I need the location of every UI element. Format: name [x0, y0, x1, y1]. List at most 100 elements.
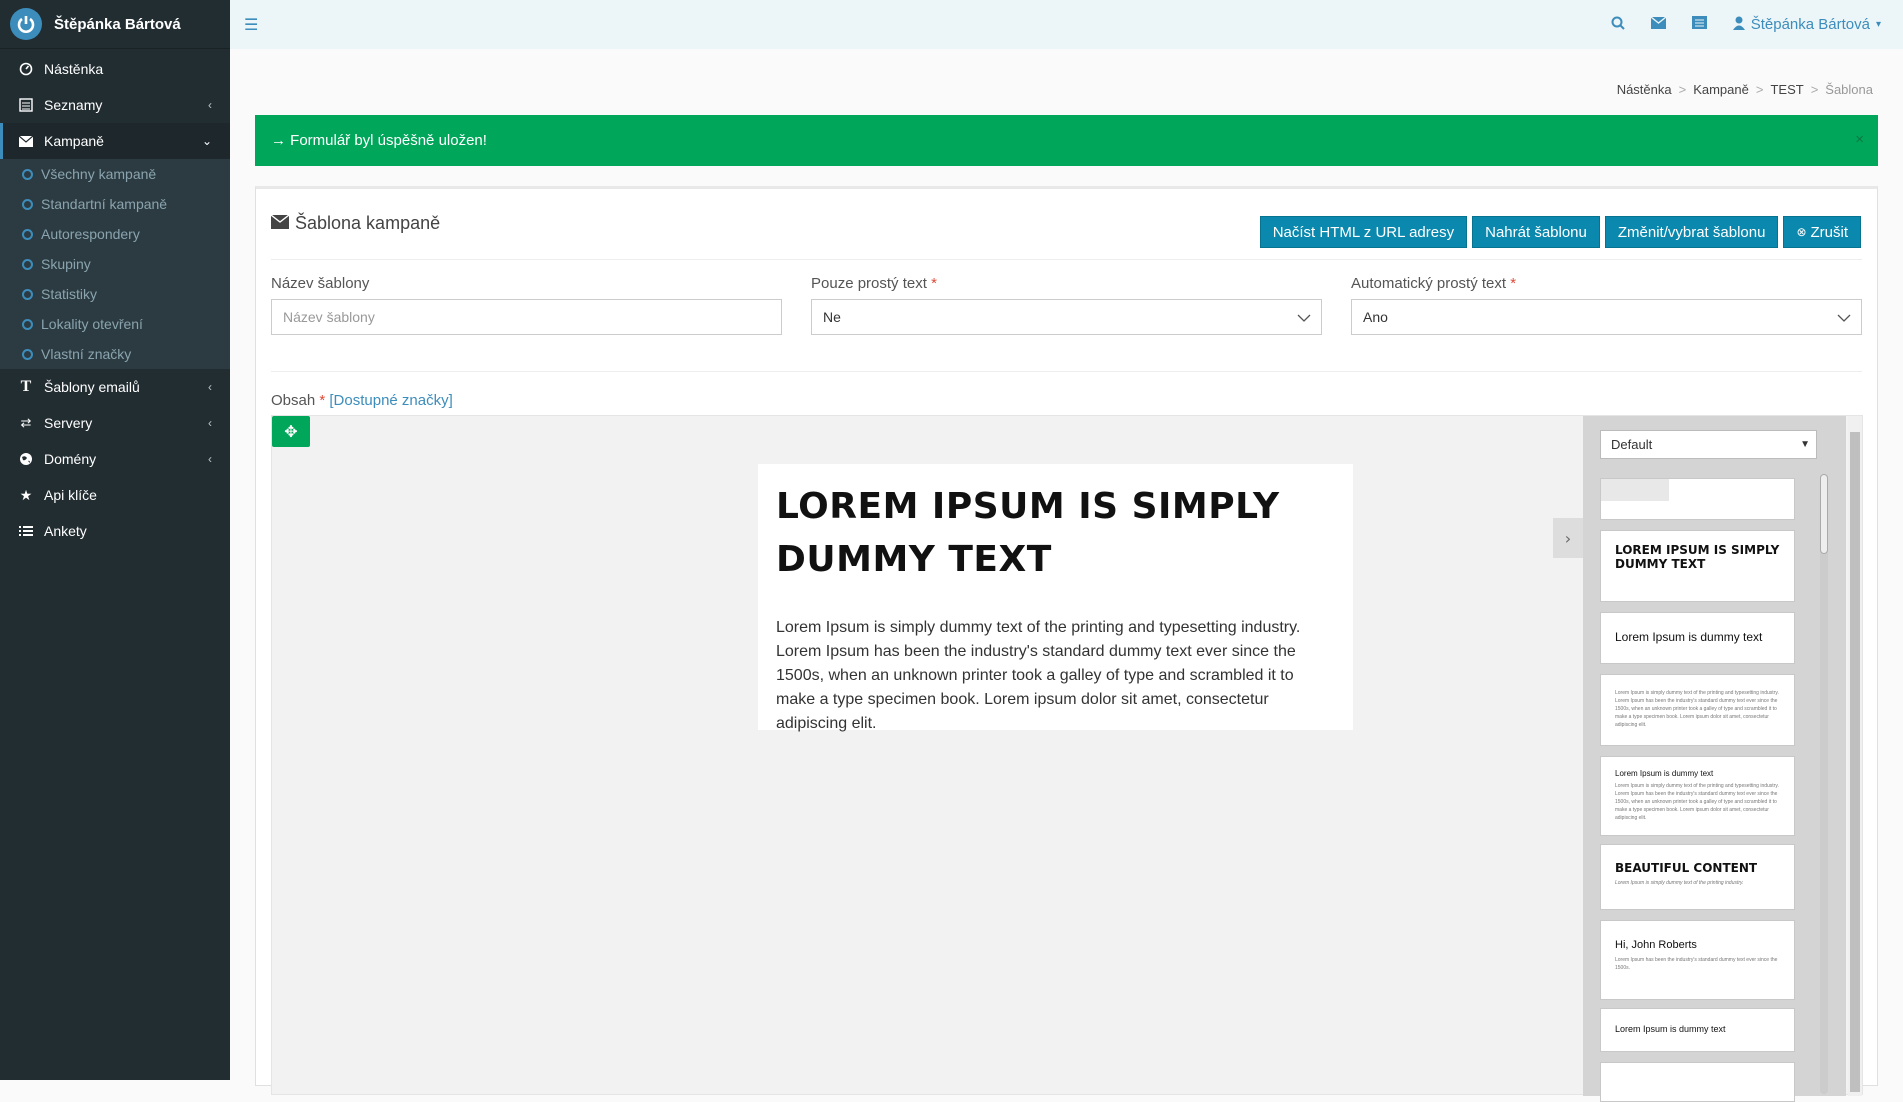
chevron-down-icon: ⌄	[201, 134, 212, 148]
list-icon	[18, 525, 34, 537]
breadcrumb-link-test[interactable]: TEST	[1770, 82, 1803, 97]
sidebar-item-api-keys[interactable]: ★ Api klíče	[0, 477, 230, 513]
sidebar-item-email-templates[interactable]: T Šablony emailů ‹	[0, 369, 230, 405]
submenu-item-custom-tags[interactable]: Vlastní značky	[0, 339, 230, 369]
template-name-label: Název šablony	[271, 275, 370, 292]
block-greeting[interactable]: Hi, John Roberts Lorem Ipsum has been the…	[1600, 920, 1795, 1000]
blocks-panel: Default ▼ LOREM IPSUM IS SIMPLY DUMMY TEX…	[1583, 416, 1846, 1102]
sidebar-item-label: Nástěnka	[44, 61, 104, 77]
cancel-button[interactable]: ⊗ Zrušit	[1783, 216, 1861, 248]
circle-icon	[22, 168, 33, 180]
envelope-icon[interactable]	[1650, 16, 1667, 33]
available-tags-link[interactable]: [Dostupné značky]	[329, 392, 452, 409]
editor-scrollbar-thumb[interactable]	[1850, 432, 1860, 1092]
sidebar-item-label: Domény	[44, 451, 97, 467]
breadcrumb-link-dashboard[interactable]: Nástěnka	[1617, 82, 1672, 97]
sidebar: Štěpánka Bártová Nástěnka Seznamy ‹ Kamp…	[0, 0, 230, 1080]
upload-template-button[interactable]: Nahrát šablonu	[1472, 216, 1600, 248]
alert-close-button[interactable]: ×	[1855, 131, 1864, 148]
star-icon: ★	[19, 486, 33, 503]
caret-down-icon: ▼	[1800, 439, 1810, 450]
block-beautiful-content[interactable]: BEAUTIFUL CONTENT Lorem Ipsum is simply d…	[1600, 844, 1795, 910]
sidebar-item-label: Servery	[44, 415, 93, 431]
sidebar-item-servers[interactable]: ⇄ Servery ‹	[0, 405, 230, 441]
circle-icon	[22, 348, 33, 360]
block-set-select[interactable]: Default ▼	[1600, 430, 1817, 459]
plain-text-field: Pouze prostý text * Ne	[811, 275, 1322, 335]
submenu-item-open-locations[interactable]: Lokality otevření	[0, 309, 230, 339]
auto-plain-text-value: Ano	[1363, 309, 1388, 325]
text-icon: T	[20, 378, 32, 395]
block-paragraph[interactable]: Lorem Ipsum is simply dummy text of the …	[1600, 674, 1795, 746]
circle-icon	[22, 318, 33, 330]
plain-text-select[interactable]: Ne	[811, 299, 1322, 335]
circle-icon	[22, 228, 33, 240]
block-more[interactable]	[1600, 1062, 1795, 1102]
plain-text-value: Ne	[823, 309, 841, 325]
box-title: Šablona kampaně	[270, 213, 441, 234]
power-logo-icon	[10, 8, 42, 40]
submenu-item-statistics[interactable]: Statistiky	[0, 279, 230, 309]
dashboard-icon	[18, 62, 34, 76]
envelope-icon	[18, 135, 34, 147]
sidebar-item-campaigns[interactable]: Kampaně ⌄	[0, 123, 230, 159]
page-title: Šablona kampaně	[295, 213, 441, 233]
submenu-item-groups[interactable]: Skupiny	[0, 249, 230, 279]
move-arrows-icon[interactable]: ✥	[272, 416, 310, 447]
chevron-left-icon: ‹	[208, 380, 212, 394]
chevron-left-icon: ‹	[208, 98, 212, 112]
exchange-icon: ⇄	[20, 415, 32, 430]
chevron-right-icon[interactable]: ›	[1553, 518, 1583, 558]
sidebar-item-label: Ankety	[44, 523, 87, 539]
circle-icon	[22, 198, 33, 210]
content-label: Obsah * [Dostupné značky]	[271, 392, 453, 409]
brand[interactable]: Štěpánka Bártová	[0, 0, 230, 49]
submenu-item-autoresponders[interactable]: Autorespondery	[0, 219, 230, 249]
cancel-circle-icon: ⊗	[1796, 225, 1807, 239]
divider	[271, 371, 1862, 372]
editor-canvas[interactable]: LOREM IPSUM IS SIMPLY DUMMY TEXT Lorem I…	[758, 464, 1353, 732]
template-name-input[interactable]: Název šablony	[271, 299, 782, 335]
globe-icon	[18, 452, 34, 466]
success-alert: → Formulář byl úspěšně uložen! ×	[255, 115, 1878, 166]
submenu-item-standard-campaigns[interactable]: Standartní kampaně	[0, 189, 230, 219]
submenu-label: Lokality otevření	[41, 316, 143, 332]
tasks-icon[interactable]	[1691, 16, 1707, 33]
auto-plain-text-label: Automatický prostý text *	[1351, 275, 1517, 292]
submenu-label: Statistiky	[41, 286, 98, 302]
submenu-label: Skupiny	[41, 256, 91, 272]
block-image-placeholder[interactable]	[1600, 478, 1795, 520]
sidebar-item-dashboard[interactable]: Nástěnka	[0, 51, 230, 87]
panel-scrollbar-thumb[interactable]	[1820, 474, 1828, 554]
template-editor[interactable]: ✥ LOREM IPSUM IS SIMPLY DUMMY TEXT Lorem…	[271, 415, 1863, 1102]
auto-plain-text-field: Automatický prostý text * Ano	[1351, 275, 1862, 335]
top-navbar: ☰ Štěpánka Bártová ▾	[230, 0, 1903, 49]
load-html-url-button[interactable]: Načíst HTML z URL adresy	[1259, 216, 1468, 248]
alert-message: → Formulář byl úspěšně uložen!	[271, 132, 487, 149]
image-placeholder	[1601, 479, 1669, 501]
submenu-item-all-campaigns[interactable]: Všechny kampaně	[0, 159, 230, 189]
auto-plain-text-select[interactable]: Ano	[1351, 299, 1862, 335]
circle-icon	[22, 288, 33, 300]
breadcrumb-link-campaigns[interactable]: Kampaně	[1693, 82, 1749, 97]
block-title-paragraph[interactable]: Lorem Ipsum is dummy text Lorem Ipsum is …	[1600, 756, 1795, 836]
hamburger-menu-icon[interactable]: ☰	[244, 15, 258, 34]
chevron-down-icon	[1297, 310, 1311, 327]
campaigns-submenu: Všechny kampaně Standartní kampaně Autor…	[0, 159, 230, 369]
block-text-title[interactable]: Lorem Ipsum is dummy text	[1600, 612, 1795, 664]
block-text-title-small[interactable]: Lorem Ipsum is dummy text	[1600, 1008, 1795, 1052]
panel-scrollbar[interactable]	[1820, 474, 1828, 1094]
search-icon[interactable]	[1611, 16, 1625, 34]
user-menu[interactable]: Štěpánka Bártová ▾	[1732, 16, 1881, 34]
sidebar-item-label: Api klíče	[44, 487, 97, 503]
editor-scrollbar[interactable]	[1848, 416, 1862, 1096]
sidebar-item-domains[interactable]: Domény ‹	[0, 441, 230, 477]
breadcrumb-current: Šablona	[1825, 82, 1873, 97]
sidebar-item-surveys[interactable]: Ankety	[0, 513, 230, 549]
block-heading[interactable]: LOREM IPSUM IS SIMPLY DUMMY TEXT	[1600, 530, 1795, 602]
canvas-heading[interactable]: LOREM IPSUM IS SIMPLY DUMMY TEXT	[776, 480, 1335, 586]
change-template-button[interactable]: Změnit/vybrat šablonu	[1604, 216, 1779, 248]
brand-user-name: Štěpánka Bártová	[54, 15, 181, 33]
sidebar-item-lists[interactable]: Seznamy ‹	[0, 87, 230, 123]
canvas-paragraph[interactable]: Lorem Ipsum is simply dummy text of the …	[776, 616, 1335, 736]
